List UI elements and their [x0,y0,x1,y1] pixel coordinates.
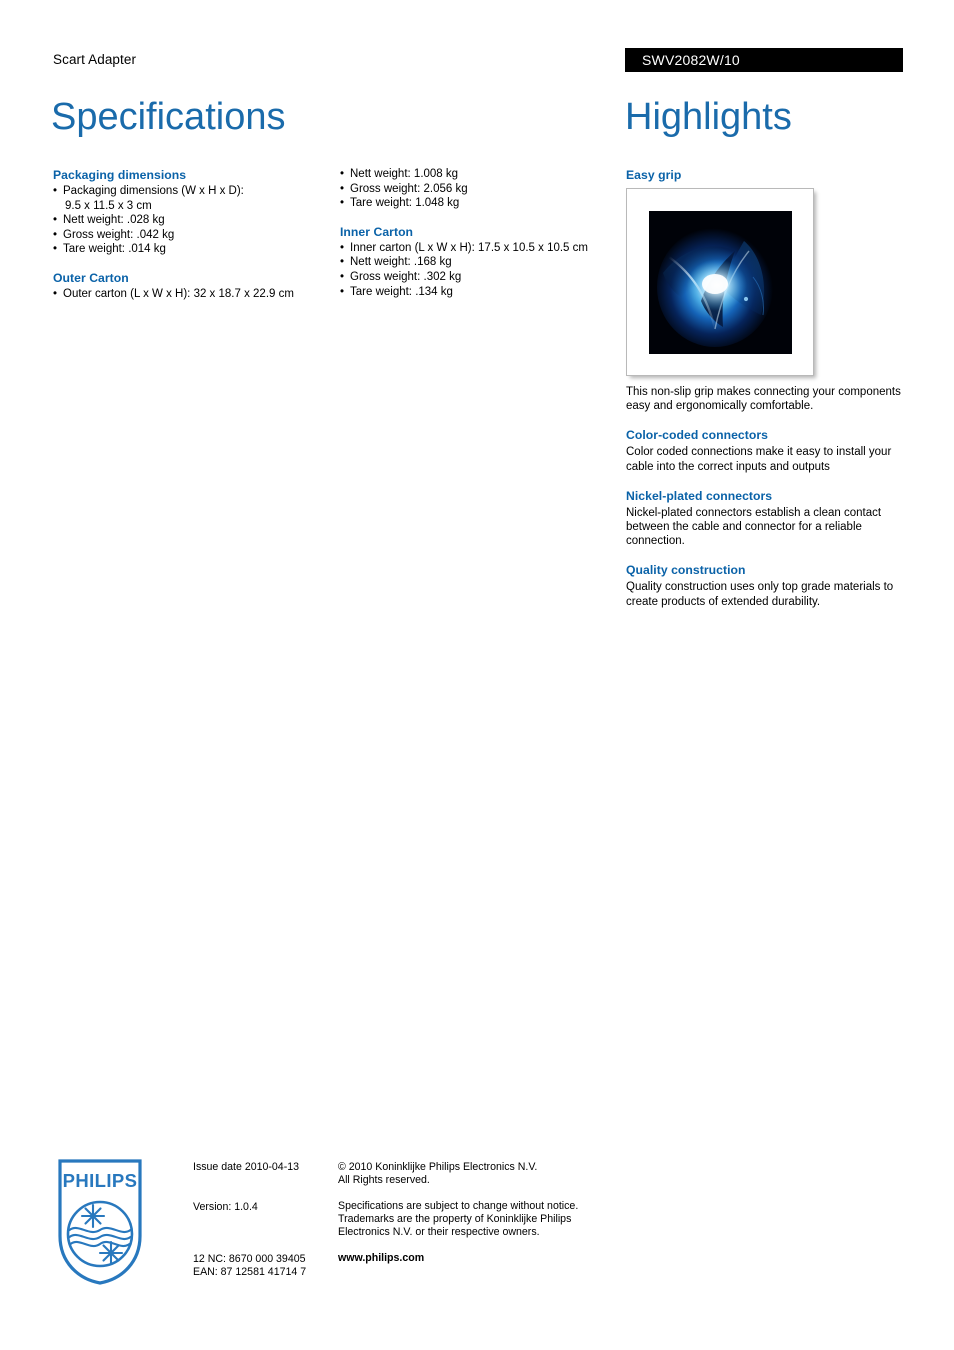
svg-text:PHILIPS: PHILIPS [63,1170,138,1191]
specifications-title: Specifications [51,96,286,138]
spec-item: • Gross weight: 2.056 kg [340,182,620,197]
spec-item: • Tare weight: .014 kg [53,242,321,257]
highlight-title: Color-coded connectors [626,428,768,443]
spec-item-text: Nett weight: 1.008 kg [350,168,459,180]
bullet-icon: • [53,185,58,197]
bullet-icon: • [53,287,58,300]
bullet-icon: • [340,241,345,254]
highlight-description: Nickel-plated connectors establish a cle… [626,506,882,548]
spec-item-text: Inner carton (L x W x H): 17.5 x 10.5 x … [350,241,588,254]
footer-column-meta: Issue date 2010-04-13 Version: 1.0.4 12 … [193,1161,333,1279]
spec-group: Packaging dimensions • Packaging dimension… [53,167,321,257]
highlights-list: Easy grip This non-slip grip makes conne… [626,167,904,609]
spec-item-text: Gross weight: .042 kg [63,228,175,241]
spec-group-heading: Packaging dimensions [53,168,187,182]
spec-item: • Nett weight: .028 kg [53,213,321,228]
highlight-title: Nickel-plated connectors [626,488,773,503]
spec-item: • Nett weight: 1.008 kg [340,167,620,182]
spec-item-continuation: 9.5 x 11.5 x 3 cm [65,199,152,212]
highlight-description: Quality construction uses only top grade… [626,581,894,608]
highlight-block: Quality construction Quality construction… [626,562,904,608]
bullet-icon: • [340,270,345,283]
spec-item: • Gross weight: .042 kg [53,228,321,243]
website-link[interactable]: www.philips.com [338,1252,603,1265]
copyright-line-1: © 2010 Koninklijke Philips Electronics N… [338,1161,538,1173]
bullet-icon: • [53,228,58,241]
page-header: Scart Adapter SWV2082W/10 [0,48,954,78]
issue-date: Issue date 2010-04-13 [193,1161,300,1173]
spec-item: • Tare weight: 1.048 kg [340,196,620,211]
disclaimer-text: Specifications are subject to change wit… [338,1200,582,1238]
spec-item: • Packaging dimensions (W x H x D): 9.5 x … [53,184,321,213]
spec-item-text: Nett weight: .168 kg [350,256,452,269]
product-image [649,211,792,354]
spec-item: • Outer carton (L x W x H): 32 x 18.7 x 2… [53,287,321,302]
copyright-line-2: All Rights reserved. [338,1174,430,1186]
bullet-icon: • [340,285,345,298]
bullet-icon: • [340,168,345,180]
bullet-icon: • [53,214,58,227]
specifications-column-1: Packaging dimensions • Packaging dimension… [53,167,321,302]
spec-group-heading: Outer Carton [53,270,129,285]
spec-item-text: Nett weight: .028 kg [63,214,165,227]
bullet-icon: • [340,256,345,269]
spec-item-text: Gross weight: .302 kg [350,270,462,283]
highlights-title: Highlights [625,96,792,138]
spec-group-heading: Inner Carton [340,224,414,239]
product-code-text: SWV2082W/10 [642,52,740,68]
footer-column-legal: © 2010 Koninklijke Philips Electronics N… [338,1161,603,1265]
highlight-description: Color coded connections make it easy to … [626,446,892,473]
page-footer: PHILIPS Issue date 2010-04-13 Version: 1… [0,1155,954,1295]
highlight-title: Quality construction [626,563,746,578]
spec-item-text: Outer carton (L x W x H): 32 x 18.7 x 22… [63,287,294,300]
specifications-column-2: • Nett weight: 1.008 kg • Gross weight: 2.0… [340,167,620,299]
spec-group: Outer Carton • Outer carton (L x W x H): 3… [53,270,321,302]
highlight-title: Easy grip [626,168,682,182]
spec-item-text: Tare weight: .014 kg [63,243,166,256]
ean-code: EAN: 87 12581 41714 7 [193,1266,307,1278]
highlight-block: Easy grip This non-slip grip makes conne… [626,167,904,413]
highlight-block: Color-coded connectors Color coded connec… [626,427,904,473]
spec-group: Inner Carton • Inner carton (L x W x H): 1… [340,224,620,299]
philips-logo: PHILIPS [57,1158,143,1286]
spec-item: • Gross weight: .302 kg [340,270,620,285]
spec-item: • Inner carton (L x W x H): 17.5 x 10.5 x… [340,241,620,256]
version: Version: 1.0.4 [193,1201,258,1213]
product-name: Scart Adapter [53,52,137,67]
spec-item-text: Packaging dimensions (W x H x D): [63,185,244,197]
bullet-icon: • [53,243,58,256]
spec-item: • Tare weight: .134 kg [340,285,620,300]
twelve-nc: 12 NC: 8670 000 39405 [193,1253,306,1265]
bullet-icon: • [340,182,345,195]
highlight-block: Nickel-plated connectors Nickel-plated co… [626,488,904,549]
spec-item: • Nett weight: .168 kg [340,255,620,270]
spec-item-text: Gross weight: 2.056 kg [350,182,468,195]
bullet-icon: • [340,197,345,210]
spec-group: • Nett weight: 1.008 kg • Gross weight: 2.0… [340,167,620,211]
product-image-frame [626,188,814,376]
spec-item-text: Tare weight: .134 kg [350,285,453,298]
highlight-description: This non-slip grip makes connecting your… [626,386,901,413]
spec-item-text: Tare weight: 1.048 kg [350,197,460,210]
product-code-bar: SWV2082W/10 [625,48,903,72]
